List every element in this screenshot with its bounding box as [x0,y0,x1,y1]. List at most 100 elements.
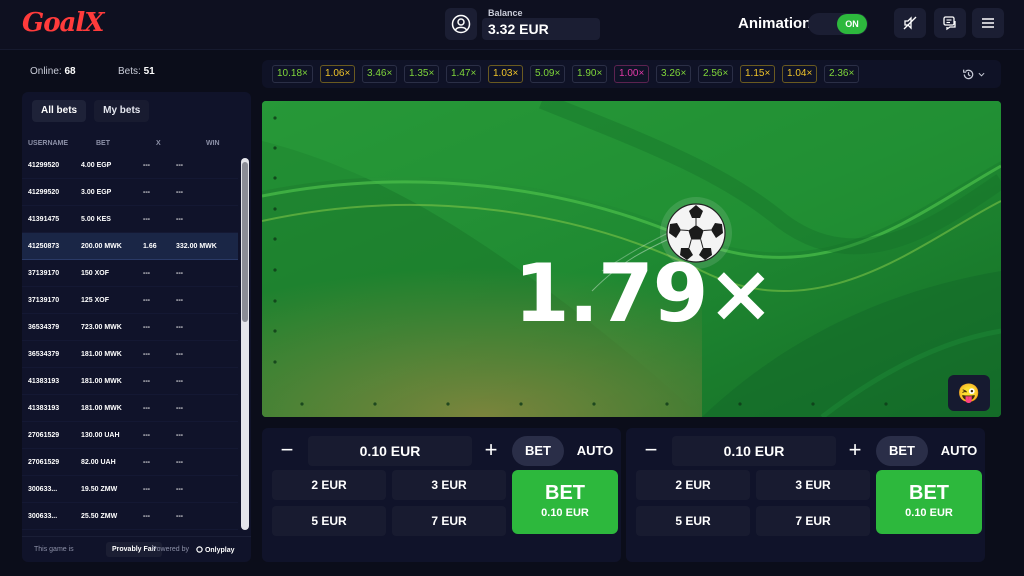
multiplier-cell: --- [143,189,150,196]
username-cell: 41250873 [28,243,60,250]
place-bet-amount: 0.10 EUR [905,507,953,519]
top-header: GoalX Balance 3.32 EUR Animation ON [0,0,1024,50]
username-cell: 41383193 [28,405,60,412]
multiplier-cell: --- [143,486,150,493]
username-cell: 41299520 [28,162,60,169]
bets-scrollbar[interactable] [241,158,249,530]
history-multiplier[interactable]: 3.46× [362,65,398,83]
bet-cell: 130.00 UAH [81,432,120,439]
win-cell: --- [176,216,183,223]
username-cell: 41299520 [28,189,60,196]
history-multiplier[interactable]: 1.47× [446,65,482,83]
quick-bet-button[interactable]: 2 EUR [636,470,750,500]
provider-name: Onlyplay [204,547,235,554]
history-icon [962,69,973,79]
bet-cell: 5.00 KES [81,216,111,223]
tab-all-bets[interactable]: All bets [32,100,87,122]
bet-cell: 200.00 MWK [81,243,122,250]
provider-logo: Onlyplay [196,546,235,554]
multiplier-cell: --- [143,405,150,412]
multiplier-history: 10.18× 1.06× 3.46× 1.35× 1.47× 1.03× 5.09× 1.90… [262,60,1001,88]
win-cell: --- [176,405,183,412]
place-bet-button[interactable]: BET 0.10 EUR [512,470,618,534]
mode-auto-tab[interactable]: AUTO [572,436,618,466]
increase-bet-button[interactable]: + [840,436,870,466]
quick-bet-button[interactable]: 2 EUR [272,470,386,500]
multiplier-cell: --- [143,297,150,304]
history-multiplier[interactable]: 1.03× [488,65,524,83]
bet-cell: 25.50 ZMW [81,513,118,520]
win-cell: --- [176,189,183,196]
decrease-bet-button[interactable]: − [636,436,666,466]
table-row: 41299520 3.00 EGP --- --- [22,179,238,206]
bet-cell: 723.00 MWK [81,324,122,331]
win-cell: --- [176,513,183,520]
history-multiplier[interactable]: 5.09× [530,65,566,83]
bets-label: Bets: [118,66,141,77]
bet-amount-input[interactable]: 0.10 EUR [308,436,472,466]
history-multiplier[interactable]: 1.35× [404,65,440,83]
current-multiplier: 1.79× [514,247,774,340]
history-multiplier[interactable]: 1.06× [320,65,356,83]
win-cell: --- [176,486,183,493]
bet-amount-input[interactable]: 0.10 EUR [672,436,836,466]
quick-bet-button[interactable]: 5 EUR [636,506,750,536]
online-value: 68 [64,66,76,77]
increase-bet-button[interactable]: + [476,436,506,466]
sound-button[interactable] [894,8,926,38]
quick-bet-button[interactable]: 5 EUR [272,506,386,536]
history-multiplier[interactable]: 2.36× [824,65,860,83]
decrease-bet-button[interactable]: − [272,436,302,466]
multiplier-cell: --- [143,459,150,466]
bet-cell: 82.00 UAH [81,459,116,466]
history-multiplier[interactable]: 1.04× [782,65,818,83]
bet-cell: 125 XOF [81,297,110,304]
bet-panel-1: − 0.10 EUR + BET AUTO 2 EUR 3 EUR 5 EUR … [262,428,621,562]
quick-bet-button[interactable]: 3 EUR [756,470,870,500]
mode-auto-tab[interactable]: AUTO [936,436,982,466]
animation-label: Animation [738,15,812,32]
table-row: 27061529 130.00 UAH --- --- [22,422,238,449]
place-bet-button[interactable]: BET 0.10 EUR [876,470,982,534]
win-cell: --- [176,270,183,277]
history-multiplier[interactable]: 10.18× [272,65,313,83]
bets-scrollbar-thumb[interactable] [242,162,248,322]
table-row: 300633... 19.50 ZMW --- --- [22,476,238,503]
history-multiplier[interactable]: 3.26× [656,65,692,83]
place-bet-amount: 0.10 EUR [541,507,589,519]
logo: GoalX [22,8,104,38]
table-row: 41250873 200.00 MWK 1.66 332.00 MWK [22,233,238,260]
animation-toggle-state: ON [837,14,867,34]
multiplier-cell: --- [143,270,150,277]
tab-my-bets[interactable]: My bets [94,100,150,122]
win-cell: --- [176,459,183,466]
bet-mode-switch: BET AUTO [876,436,982,466]
mode-bet-tab[interactable]: BET [876,436,928,466]
mode-bet-tab[interactable]: BET [512,436,564,466]
table-row: 37139170 150 XOF --- --- [22,260,238,287]
column-header-username: USERNAME [28,140,69,147]
bets-value: 51 [143,66,155,77]
quick-bet-button[interactable]: 3 EUR [392,470,506,500]
win-cell: --- [176,162,183,169]
history-multiplier[interactable]: 1.90× [572,65,608,83]
chat-icon [943,16,956,31]
emoji-button[interactable]: 😜 [948,375,990,411]
menu-button[interactable] [972,8,1004,38]
multiplier-cell: --- [143,216,150,223]
bets-footer: This game is Provably Fair Powered by On… [22,536,251,562]
profile-button[interactable] [445,8,477,40]
history-multiplier[interactable]: 2.56× [698,65,734,83]
animation-toggle[interactable]: ON [808,13,868,35]
chat-button[interactable] [934,8,966,38]
win-cell: --- [176,432,183,439]
history-multiplier[interactable]: 1.00× [614,65,650,83]
history-toggle-button[interactable] [956,62,990,86]
username-cell: 27061529 [28,459,60,466]
history-multiplier[interactable]: 1.15× [740,65,776,83]
quick-bet-button[interactable]: 7 EUR [392,506,506,536]
emoji-icon: 😜 [957,382,981,403]
table-row: 37139170 125 XOF --- --- [22,287,238,314]
quick-bet-button[interactable]: 7 EUR [756,506,870,536]
username-cell: 300633... [28,486,58,493]
